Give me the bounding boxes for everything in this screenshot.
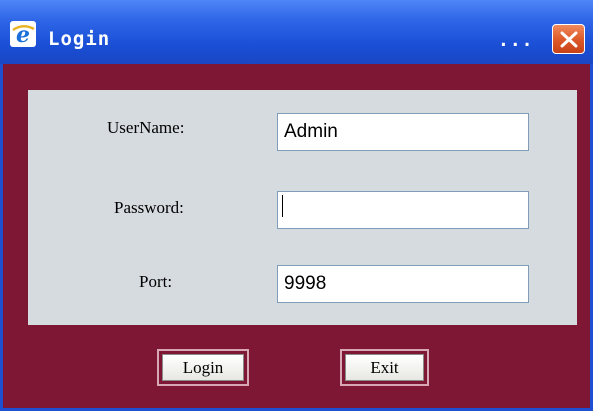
internet-explorer-icon: e xyxy=(10,21,36,48)
login-button-label: Login xyxy=(162,354,244,381)
login-window: e Login ... UserName: Password: Port: Lo… xyxy=(0,0,593,411)
exit-button-label: Exit xyxy=(345,354,424,381)
port-label: Port: xyxy=(139,272,173,291)
text-cursor xyxy=(282,195,283,217)
title-bar[interactable]: e Login ... xyxy=(0,0,593,64)
exit-button[interactable]: Exit xyxy=(340,349,429,386)
title-menu-ellipsis[interactable]: ... xyxy=(498,30,534,51)
password-label: Password: xyxy=(114,198,184,217)
close-icon xyxy=(560,31,578,48)
login-form-panel: UserName: Password: Port: xyxy=(28,90,577,325)
close-button[interactable] xyxy=(552,24,585,54)
port-field[interactable] xyxy=(277,265,529,303)
username-label: UserName: xyxy=(107,118,185,137)
login-button[interactable]: Login xyxy=(157,349,249,386)
username-field[interactable] xyxy=(277,113,529,151)
window-title: Login xyxy=(48,28,111,50)
password-field[interactable] xyxy=(277,191,529,229)
